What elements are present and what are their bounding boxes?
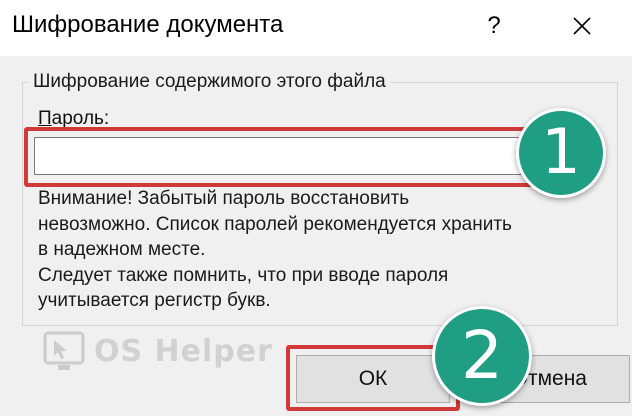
password-input[interactable]: [34, 137, 526, 175]
dialog-title: Шифрование документа: [12, 11, 284, 38]
warning-line: Следует также помнить, что при вводе пар…: [38, 264, 449, 286]
warning-line: учитывается регистр букв.: [38, 290, 271, 311]
step-2-badge: 2: [432, 306, 532, 406]
dialog-titlebar: Шифрование документа ?: [0, 0, 632, 56]
help-button[interactable]: ?: [470, 6, 518, 46]
close-button[interactable]: [554, 6, 610, 46]
step-1-badge: 1: [516, 108, 606, 198]
password-label-text: ароль:: [51, 108, 110, 129]
warning-line: невозможно. Список паролей рекомендуется…: [38, 213, 512, 235]
warning-line: Внимание! Забытый пароль восстановить: [38, 188, 410, 209]
ok-button[interactable]: ОК: [296, 355, 450, 403]
group-caption: Шифрование содержимого этого файла: [28, 70, 391, 94]
password-label-mnemonic: П: [38, 108, 52, 129]
close-icon: [573, 17, 591, 35]
warning-text: Внимание! Забытый пароль восстановить не…: [38, 186, 608, 314]
watermark-text: OS Helper: [94, 334, 273, 369]
cursor-monitor-icon: [43, 331, 85, 370]
warning-line: в надежном месте.: [38, 239, 206, 260]
